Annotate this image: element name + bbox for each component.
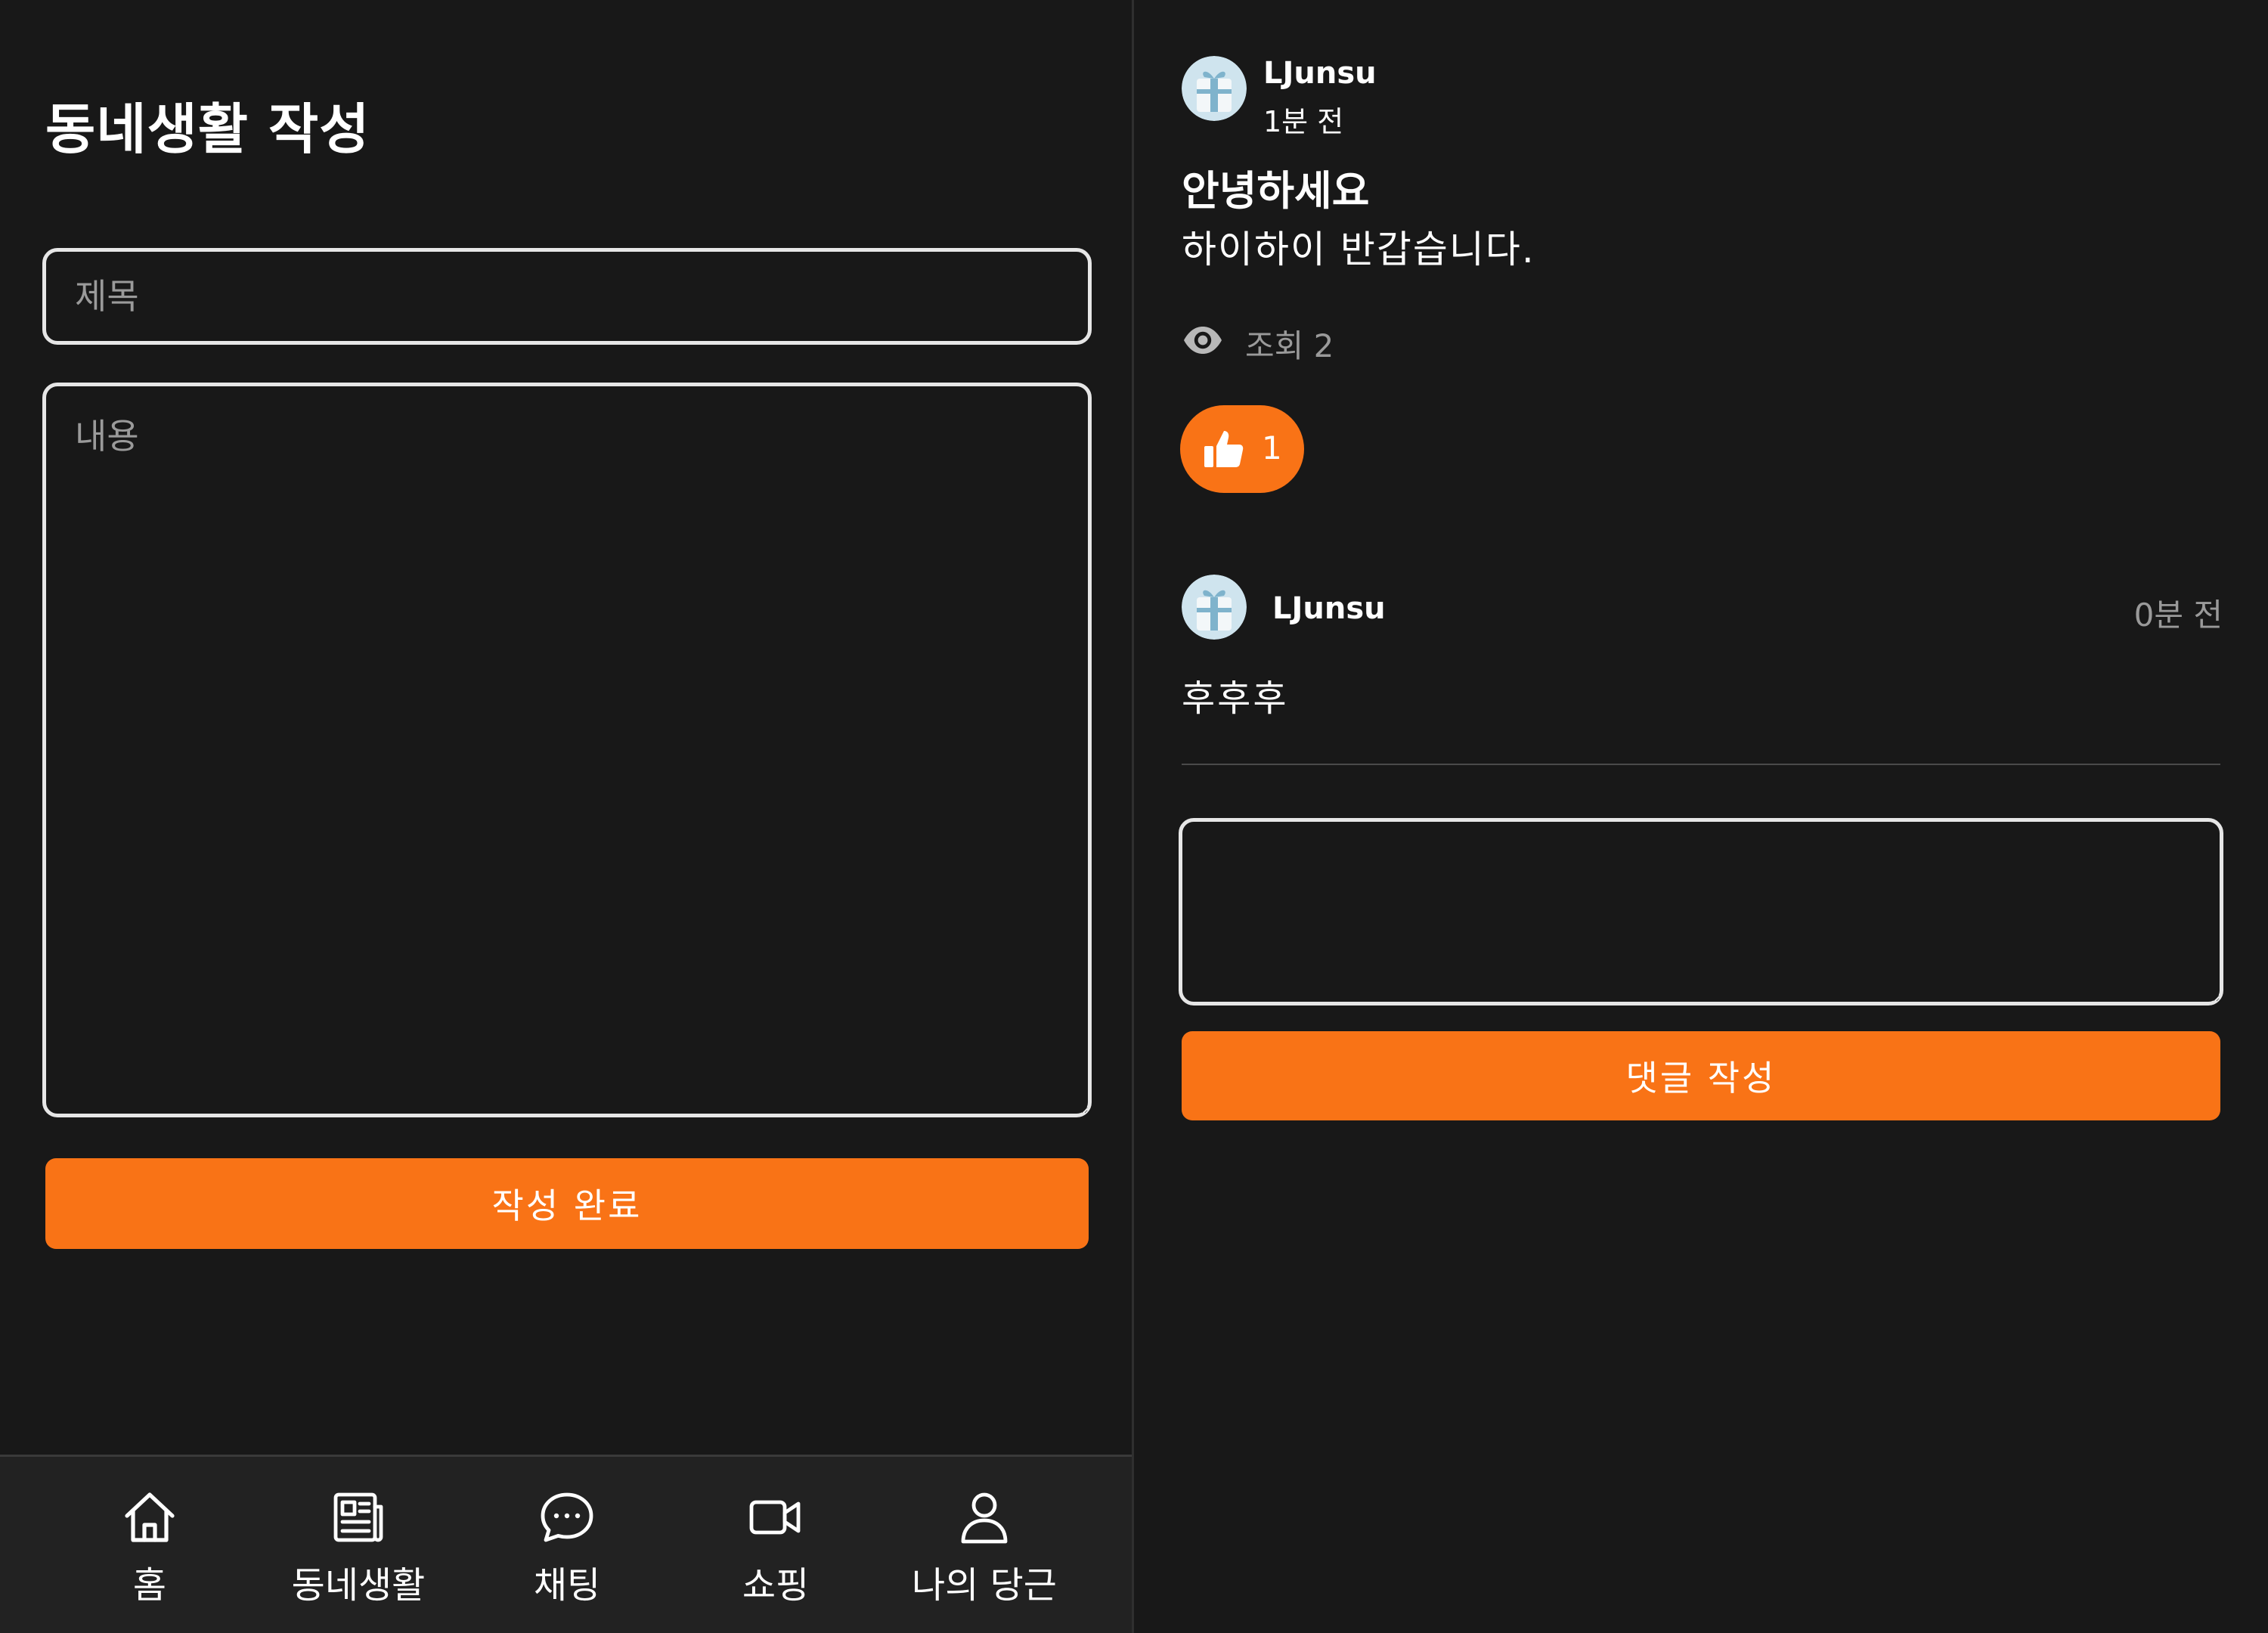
nav-item-chat[interactable]: 채팅 <box>463 1457 671 1633</box>
nav-item-home[interactable]: 홈 <box>45 1457 254 1633</box>
like-count: 1 <box>1262 429 1282 466</box>
nav-item-my-carrot[interactable]: 나의 당근 <box>880 1457 1089 1633</box>
nav-label: 나의 당근 <box>912 1564 1057 1607</box>
comment-time: 0분 전 <box>2133 596 2223 634</box>
nav-label: 쇼핑 <box>742 1564 810 1607</box>
avatar[interactable] <box>1182 56 1247 121</box>
divider <box>1182 764 2220 765</box>
page-title: 동네생활 작성 <box>45 98 370 161</box>
post-author[interactable]: LJunsu <box>1263 56 1377 91</box>
video-camera-icon <box>745 1487 806 1548</box>
home-icon <box>119 1487 180 1548</box>
chat-bubble-icon <box>537 1487 597 1548</box>
nav-label: 홈 <box>132 1564 167 1607</box>
bottom-nav: 홈 동네생활 채팅 쇼핑 나의 당근 <box>0 1455 1132 1633</box>
thumbs-up-icon <box>1201 426 1247 472</box>
like-button[interactable]: 1 <box>1180 405 1304 493</box>
submit-button[interactable]: 작성 완료 <box>45 1158 1089 1249</box>
eye-icon <box>1182 319 1224 361</box>
post-title: 안녕하세요 <box>1182 167 1370 215</box>
post-body: 하이하이 반갑습니다. <box>1182 228 1535 271</box>
nav-item-shopping[interactable]: 쇼핑 <box>671 1457 880 1633</box>
user-icon <box>954 1487 1015 1548</box>
comment-avatar[interactable] <box>1182 575 1247 640</box>
nav-item-community[interactable]: 동네생활 <box>254 1457 463 1633</box>
nav-label: 채팅 <box>533 1564 601 1607</box>
views-count: 조회 2 <box>1245 327 1334 364</box>
title-input[interactable] <box>42 248 1092 345</box>
nav-label: 동네생활 <box>291 1564 426 1607</box>
comment-author[interactable]: LJunsu <box>1272 591 1386 626</box>
comment-input[interactable] <box>1179 818 2223 1006</box>
comment-submit-button[interactable]: 댓글 작성 <box>1182 1031 2220 1120</box>
comment-text: 후후후 <box>1182 677 1289 720</box>
post-detail-panel: LJunsu 1분 전 안녕하세요 하이하이 반갑습니다. 조회 2 1 LJu… <box>1136 0 2268 1633</box>
write-panel: 동네생활 작성 작성 완료 홈 <box>0 0 1134 1633</box>
newspaper-icon <box>328 1487 389 1548</box>
content-textarea[interactable] <box>42 383 1092 1117</box>
post-time: 1분 전 <box>1263 105 1344 138</box>
